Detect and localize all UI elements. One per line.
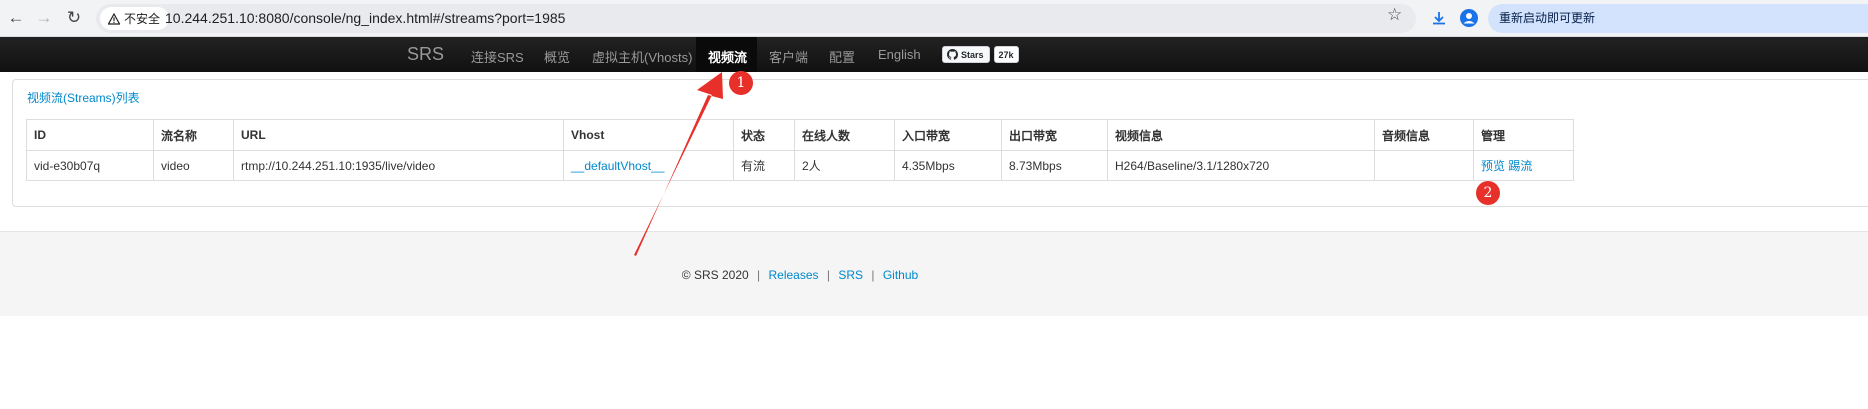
annotation-badge-2: 2 [1476,181,1500,205]
annotation-arrow [634,72,723,256]
annotation-badge-1: 1 [729,71,753,95]
